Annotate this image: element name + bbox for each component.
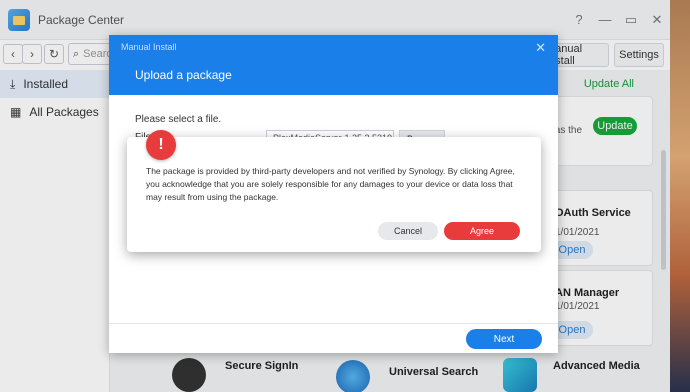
dialog-header: Manual Install ✕ Upload a package bbox=[109, 35, 558, 95]
warning-message: The package is provided by third-party d… bbox=[146, 166, 515, 202]
agree-button[interactable]: Agree bbox=[444, 222, 520, 240]
cancel-button[interactable]: Cancel bbox=[378, 222, 438, 240]
warning-modal: The package is provided by third-party d… bbox=[127, 137, 541, 252]
close-icon[interactable]: ✕ bbox=[535, 40, 546, 56]
dialog-prompt: Please select a file. bbox=[135, 114, 222, 125]
dialog-title: Upload a package bbox=[135, 68, 232, 82]
warning-icon: ! bbox=[146, 130, 176, 160]
dialog-header-label: Manual Install bbox=[121, 42, 177, 52]
next-button[interactable]: Next bbox=[466, 329, 542, 349]
